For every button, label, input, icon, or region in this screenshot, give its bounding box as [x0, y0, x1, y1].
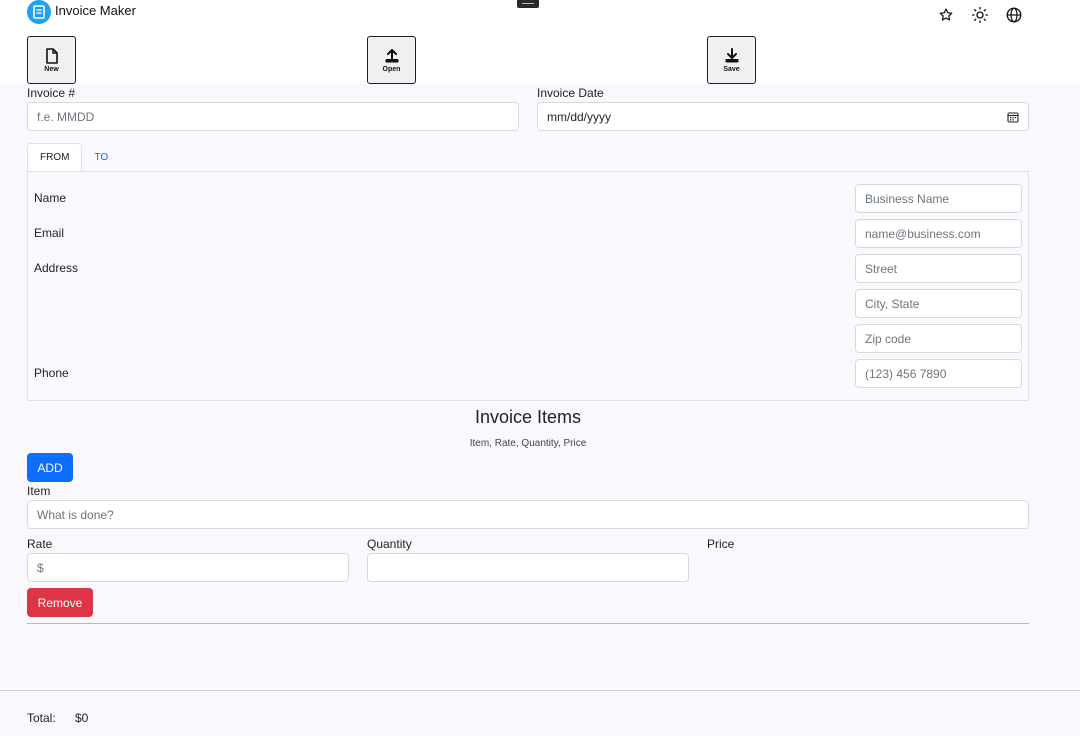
tab-from[interactable]: FROM [27, 143, 83, 172]
footer: Total: $0 [0, 690, 1080, 736]
street-input[interactable] [855, 254, 1022, 283]
city-state-input[interactable] [855, 289, 1022, 318]
price-label: Price [707, 537, 735, 551]
star-icon[interactable] [937, 6, 955, 24]
calendar-icon[interactable] [1007, 111, 1019, 123]
download-icon [725, 47, 738, 62]
email-label: Email [34, 226, 65, 240]
sun-icon[interactable] [971, 6, 989, 24]
save-button-label: Save [723, 65, 740, 73]
invoice-number-input[interactable] [27, 102, 519, 131]
business-name-input[interactable] [855, 184, 1022, 213]
invoice-date-label: Invoice Date [537, 86, 604, 100]
invoice-date-input[interactable]: mm/dd/yyyy [537, 102, 1029, 131]
new-button[interactable]: New [27, 36, 76, 84]
address-label: Address [34, 261, 79, 275]
items-divider [27, 623, 1029, 624]
upload-icon [385, 48, 398, 62]
app-title: Invoice Maker [55, 3, 136, 18]
quantity-input[interactable] [367, 553, 689, 582]
total-label: Total: [27, 711, 56, 725]
globe-icon[interactable] [1005, 6, 1023, 24]
rate-input[interactable] [27, 553, 349, 582]
item-input[interactable] [27, 500, 1029, 529]
save-button[interactable]: Save [707, 36, 756, 84]
invoice-items-title: Invoice Items [474, 407, 582, 427]
rate-label: Rate [27, 537, 53, 551]
tab-to[interactable]: TO [82, 143, 120, 172]
phone-input[interactable] [855, 359, 1022, 388]
add-item-button[interactable]: ADD [27, 453, 73, 482]
top-bar: Invoice Maker New Open Save [0, 0, 1080, 84]
phone-label: Phone [34, 366, 69, 380]
new-button-label: New [44, 65, 59, 73]
item-label: Item [27, 484, 51, 498]
drag-handle[interactable] [517, 0, 539, 8]
invoice-items-subtitle: Item, Rate, Quantity, Price [469, 438, 587, 449]
name-label: Name [34, 191, 67, 205]
open-button-label: Open [382, 65, 401, 73]
invoice-number-label: Invoice # [27, 86, 76, 100]
file-new-icon [45, 47, 58, 64]
total-value: $0 [75, 711, 89, 725]
zip-code-input[interactable] [855, 324, 1022, 353]
email-input[interactable] [855, 219, 1022, 248]
from-to-tabs: FROM TO [27, 143, 120, 172]
remove-item-button[interactable]: Remove [27, 588, 93, 617]
open-button[interactable]: Open [367, 36, 416, 84]
quantity-label: Quantity [367, 537, 412, 551]
document-icon [27, 0, 51, 24]
invoice-date-placeholder: mm/dd/yyyy [547, 109, 612, 124]
